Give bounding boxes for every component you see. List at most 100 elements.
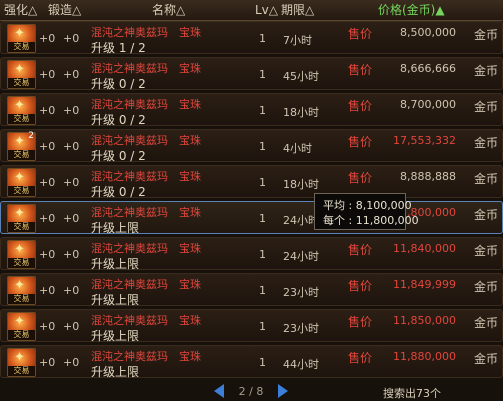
item-name: 混沌之神奥兹玛 宝珠 (91, 26, 201, 39)
upgrade-status: 升级 0 / 2 (91, 113, 146, 127)
table-row[interactable]: ✦ 交易 +0 +0 混沌之神奥兹玛 宝珠 升级 0 / 2 1 45小时 售价 8,666,66… (0, 57, 503, 91)
item-name: 混沌之神奥兹玛 宝珠 (91, 134, 201, 147)
table-row[interactable]: ✦ 交易 +0 +0 混沌之神奥兹玛 宝珠 升级 1 / 2 1 7小时 售价 8,500,000… (0, 21, 503, 55)
trade-label: 交易 (8, 42, 35, 52)
sort-enhance-header[interactable]: 强化△ (4, 0, 37, 20)
item-name: 混沌之神奥兹玛 宝珠 (91, 170, 201, 183)
orb-glyph-icon: ✦ (14, 134, 25, 149)
next-page-icon[interactable] (278, 384, 288, 398)
prev-page-icon[interactable] (214, 384, 224, 398)
price-unit: 金币 (473, 172, 498, 186)
orb-glyph-icon: ✦ (14, 98, 25, 113)
price-unit: 金币 (473, 244, 498, 258)
item-level: 1 (259, 32, 266, 45)
item-name: 混沌之神奥兹玛 宝珠 (91, 98, 201, 111)
orb-item-icon[interactable]: ✦ 交易 (7, 60, 36, 89)
result-count: 搜索出73个 (383, 387, 441, 400)
table-row[interactable]: ✦ 交易 +0 +0 混沌之神奥兹玛 宝珠 升级 0 / 2 1 18小时 售价 8,888,88… (0, 165, 503, 199)
item-level: 1 (259, 284, 266, 297)
item-price: 11,850,000 (393, 314, 456, 327)
orb-glyph-icon: ✦ (14, 170, 25, 185)
orb-glyph-icon: ✦ (14, 350, 25, 365)
upgrade-status: 升级 1 / 2 (91, 41, 146, 55)
price-unit: 金币 (473, 208, 498, 222)
enhance-value: +0 (39, 248, 56, 261)
forge-value: +0 (63, 356, 80, 369)
table-row[interactable]: ✦ 交易 +0 +0 混沌之神奥兹玛 宝珠 升级上限 1 23小时 售价 11,850,000 金币 (0, 309, 503, 343)
orb-item-icon[interactable]: ✦ 交易 (7, 204, 36, 233)
table-row[interactable]: ✦交易+0+0混沌之神奥兹玛 宝珠升级上限124小时售价11,800,000金币 (0, 201, 503, 235)
item-level: 1 (259, 248, 266, 261)
sell-label: 售价 (348, 99, 373, 113)
table-row[interactable]: ✦ 交易 +0 +0 混沌之神奥兹玛 宝珠 升级上限 1 24小时 售价 11,840,000 金币 (0, 237, 503, 271)
item-level: 1 (259, 140, 266, 153)
enhance-value: +0 (39, 104, 56, 117)
item-price: 8,700,000 (400, 98, 456, 111)
stack-count: 2 (28, 131, 34, 141)
forge-value: +0 (63, 320, 80, 333)
footer: 2 / 8 搜索出73个 (0, 383, 503, 400)
sell-label: 售价 (348, 279, 373, 293)
enhance-value: +0 (39, 320, 56, 333)
sell-label: 售价 (348, 63, 373, 77)
item-period: 7小时 (283, 34, 312, 47)
forge-value: +0 (63, 212, 80, 225)
item-price: 8,666,666 (400, 62, 456, 75)
orb-glyph-icon: ✦ (14, 206, 25, 221)
item-price: 11,849,999 (393, 278, 456, 291)
orb-item-icon[interactable]: ✦ 交易 (7, 348, 36, 377)
item-level: 1 (259, 176, 266, 189)
enhance-value: +0 (39, 284, 56, 297)
table-row[interactable]: ✦ 交易 +0 +0 混沌之神奥兹玛 宝珠 升级上限 1 44小时 售价 11,880,000 金币 (0, 345, 503, 379)
item-name: 混沌之神奥兹玛 宝珠 (91, 62, 201, 75)
orb-glyph-icon: ✦ (14, 62, 25, 77)
item-level: 1 (259, 104, 266, 117)
sort-price-header[interactable]: 价格(金币)▲ (378, 0, 445, 20)
orb-item-icon[interactable]: ✦ 交易 (7, 168, 36, 197)
item-period: 23小时 (283, 286, 319, 299)
forge-value: +0 (63, 68, 80, 81)
orb-item-icon[interactable]: ✦ 交易 (7, 24, 36, 53)
item-name: 混沌之神奥兹玛 宝珠 (91, 206, 201, 219)
forge-value: +0 (63, 284, 80, 297)
trade-label: 交易 (8, 78, 35, 88)
enhance-value: +0 (39, 68, 56, 81)
price-unit: 金币 (473, 64, 498, 78)
sort-period-header[interactable]: 期限△ (281, 0, 314, 20)
table-row[interactable]: ✦ 交易 +0 +0 混沌之神奥兹玛 宝珠 升级 0 / 2 1 18小时 售价 8,700,00… (0, 93, 503, 127)
tooltip-average: 平均 : 8,100,000 (323, 199, 412, 212)
enhance-value: +0 (39, 356, 56, 369)
orb-item-icon[interactable]: ✦ 交易 (7, 312, 36, 341)
enhance-value: +0 (39, 212, 56, 225)
sort-lv-header[interactable]: Lv△ (255, 0, 278, 20)
upgrade-status: 升级上限 (91, 293, 140, 307)
orb-item-icon[interactable]: ✦ 交易 (7, 240, 36, 269)
orb-item-icon[interactable]: ✦ 交易 (7, 276, 36, 305)
item-period: 23小时 (283, 322, 319, 335)
orb-glyph-icon: ✦ (14, 26, 25, 41)
item-price: 17,553,332 (393, 134, 456, 147)
forge-value: +0 (63, 32, 80, 45)
item-name: 混沌之神奥兹玛 宝珠 (91, 350, 201, 363)
table-row[interactable]: ✦ 2 交易 +0 +0 混沌之神奥兹玛 宝珠 升级 0 / 2 1 4小时 售价 17,553,3… (0, 129, 503, 163)
sell-label: 售价 (348, 243, 373, 257)
column-header: 强化△ 锻造△ 名称△ Lv△ 期限△ 价格(金币)▲ (0, 0, 503, 21)
orb-glyph-icon: ✦ (14, 242, 25, 257)
forge-value: +0 (63, 248, 80, 261)
table-row[interactable]: ✦ 交易 +0 +0 混沌之神奥兹玛 宝珠 升级上限 1 23小时 售价 11,849,999 金币 (0, 273, 503, 307)
sort-forge-header[interactable]: 锻造△ (48, 0, 81, 20)
upgrade-status: 升级上限 (91, 365, 140, 379)
pagination: 2 / 8 (214, 384, 288, 399)
trade-label: 交易 (8, 294, 35, 304)
sell-label: 售价 (348, 27, 373, 41)
orb-item-icon[interactable]: ✦ 2 交易 (7, 131, 36, 161)
price-unit: 金币 (473, 280, 498, 294)
trade-label: 交易 (8, 366, 35, 376)
item-price: 11,840,000 (393, 242, 456, 255)
orb-item-icon[interactable]: ✦ 交易 (7, 96, 36, 125)
tooltip-each: 每个 : 11,800,000 (323, 214, 419, 227)
sort-name-header[interactable]: 名称△ (152, 0, 185, 20)
item-period: 4小时 (283, 142, 312, 155)
orb-glyph-icon: ✦ (14, 278, 25, 293)
upgrade-status: 升级上限 (91, 221, 140, 235)
